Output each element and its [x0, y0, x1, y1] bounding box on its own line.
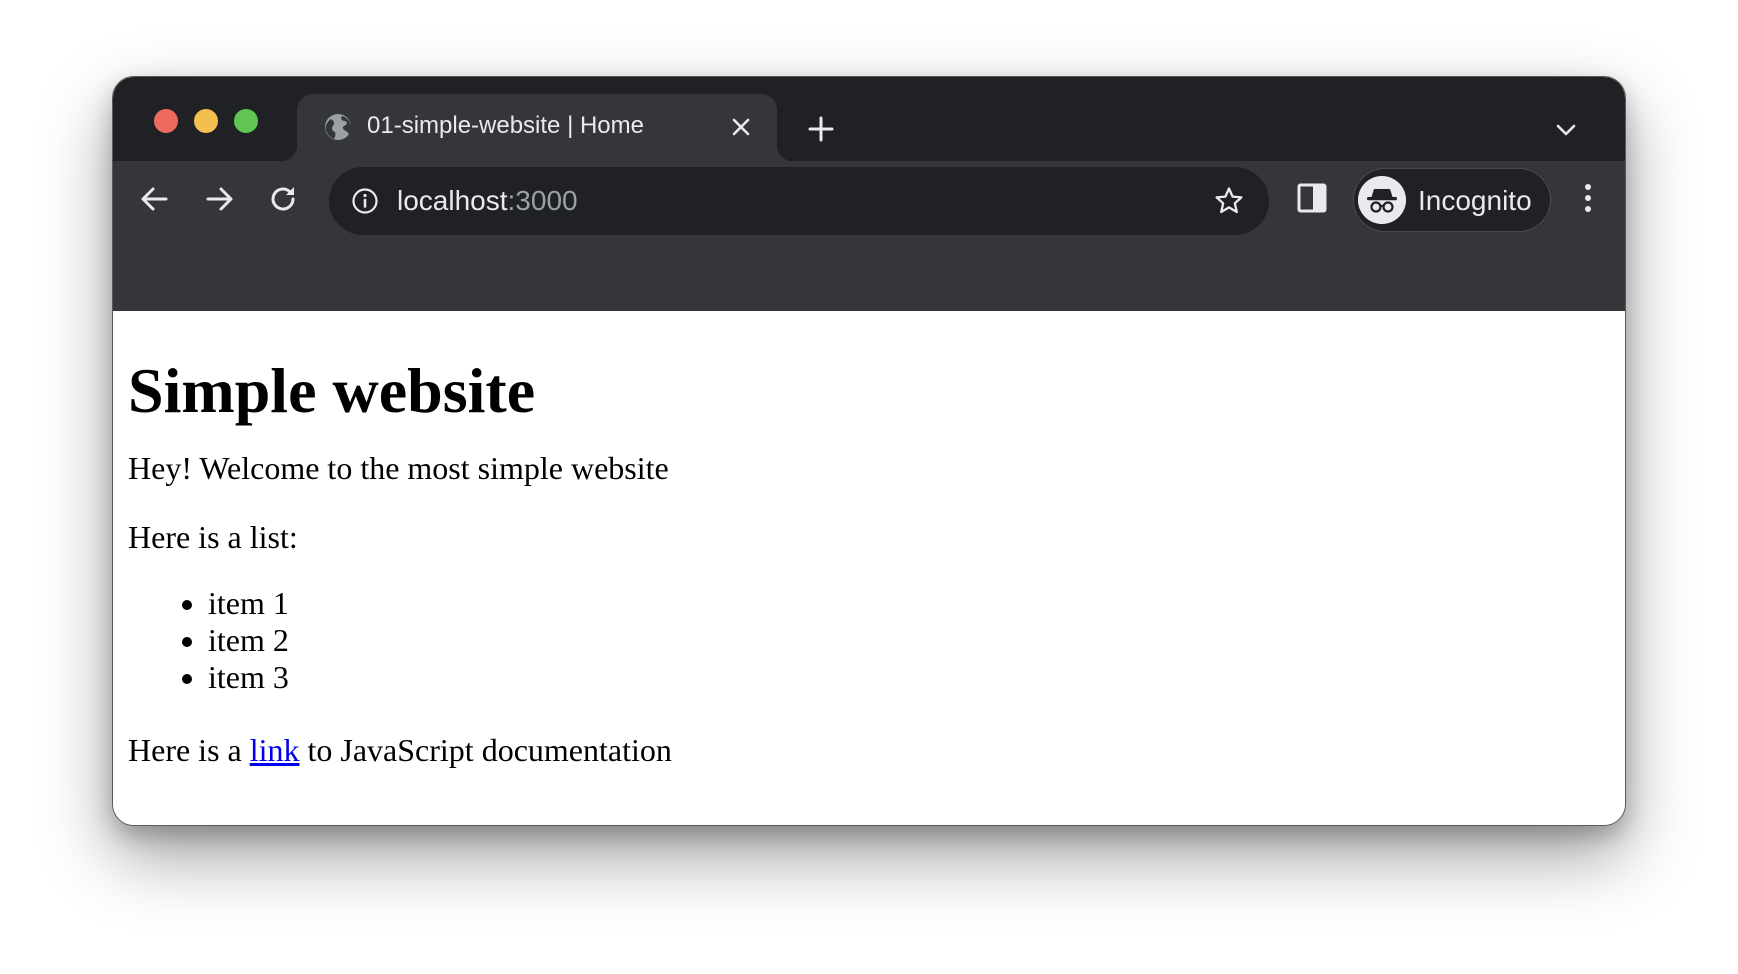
more-menu-icon[interactable] [1573, 181, 1603, 215]
js-docs-link[interactable]: link [250, 732, 300, 768]
list-item: item 2 [208, 622, 289, 659]
window-minimize-button[interactable] [194, 109, 218, 133]
link-paragraph: Here is a link to JavaScript documentati… [128, 731, 672, 769]
address-bar[interactable]: localhost:3000 [329, 167, 1269, 235]
page-content: Simple website Hey! Welcome to the most … [113, 311, 1625, 825]
back-arrow-icon[interactable] [135, 179, 175, 219]
window-maximize-button[interactable] [234, 109, 258, 133]
window-close-button[interactable] [154, 109, 178, 133]
globe-icon [325, 114, 352, 140]
list-item: item 1 [208, 585, 289, 622]
info-icon[interactable] [351, 187, 379, 215]
list-item: item 3 [208, 659, 289, 696]
incognito-label: Incognito [1418, 185, 1532, 216]
new-tab-icon[interactable] [806, 114, 836, 144]
chevron-down-icon[interactable] [1553, 117, 1579, 143]
side-panel-icon[interactable] [1295, 181, 1329, 215]
incognito-profile-button[interactable]: Incognito [1353, 168, 1551, 232]
welcome-text: Hey! Welcome to the most simple website [128, 450, 669, 486]
incognito-icon [1358, 176, 1406, 224]
url-port: :3000 [507, 185, 578, 216]
browser-toolbar: localhost:3000 Incognito [113, 161, 1625, 311]
browser-window: 01-simple-website | Home localhost:3000 … [112, 76, 1626, 826]
close-tab-icon[interactable] [729, 115, 753, 139]
title-bar: 01-simple-website | Home [113, 77, 1625, 161]
reload-icon[interactable] [263, 179, 303, 219]
page-heading: Simple website [128, 355, 536, 426]
address-url[interactable]: localhost:3000 [397, 184, 578, 218]
url-host: localhost [397, 185, 508, 216]
link-suffix-text: to JavaScript documentation [299, 732, 672, 768]
list-intro-text: Here is a list: [128, 519, 298, 555]
browser-tab[interactable]: 01-simple-website | Home [281, 94, 793, 161]
forward-arrow-icon[interactable] [199, 179, 239, 219]
item-list: item 1 item 2 item 3 [128, 585, 289, 696]
tab-title: 01-simple-website | Home [367, 112, 644, 139]
bookmark-star-icon[interactable] [1213, 185, 1245, 217]
link-prefix-text: Here is a [128, 732, 250, 768]
